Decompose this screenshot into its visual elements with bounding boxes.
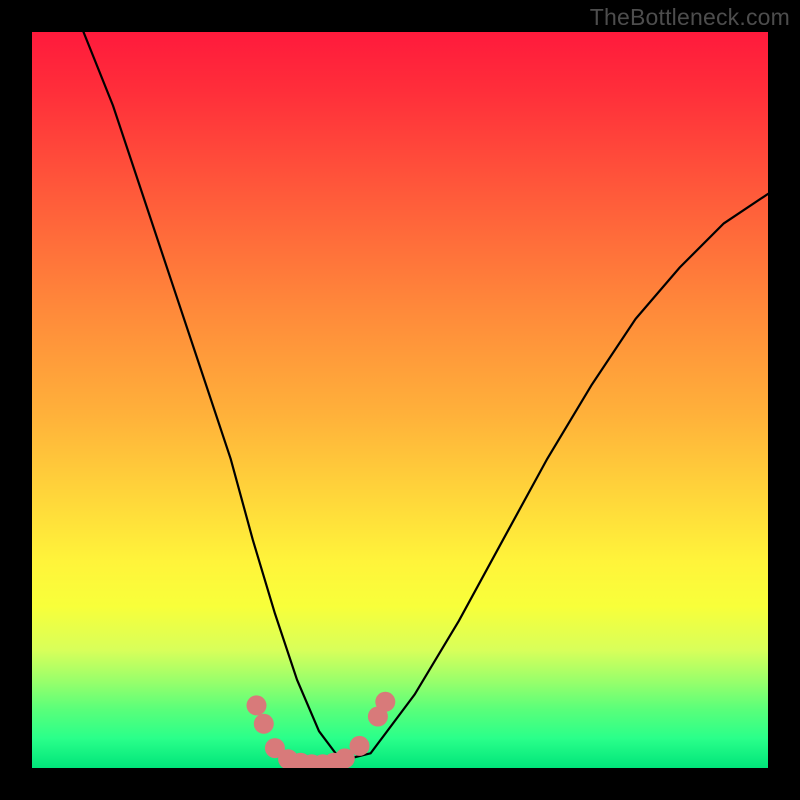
watermark-text: TheBottleneck.com: [590, 4, 790, 31]
curve-marker: [247, 695, 267, 715]
curve-marker: [350, 736, 370, 756]
curve-marker: [375, 692, 395, 712]
chart-frame: TheBottleneck.com: [0, 0, 800, 800]
curve-marker: [254, 714, 274, 734]
plot-area: [32, 32, 768, 768]
bottleneck-curve: [32, 32, 768, 768]
